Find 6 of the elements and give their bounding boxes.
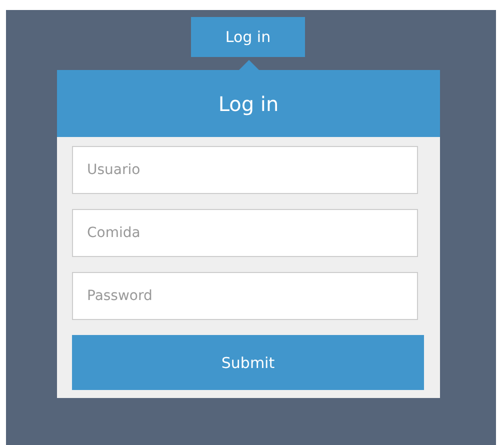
input-field[interactable]: Usuario (72, 146, 418, 194)
submit-button[interactable]: Submit (72, 335, 424, 390)
form-title: Log in (218, 92, 279, 116)
input-field[interactable]: Comida (72, 209, 418, 257)
login-toggle-button[interactable]: Log in (191, 17, 305, 57)
input-field[interactable]: Password (72, 272, 418, 320)
